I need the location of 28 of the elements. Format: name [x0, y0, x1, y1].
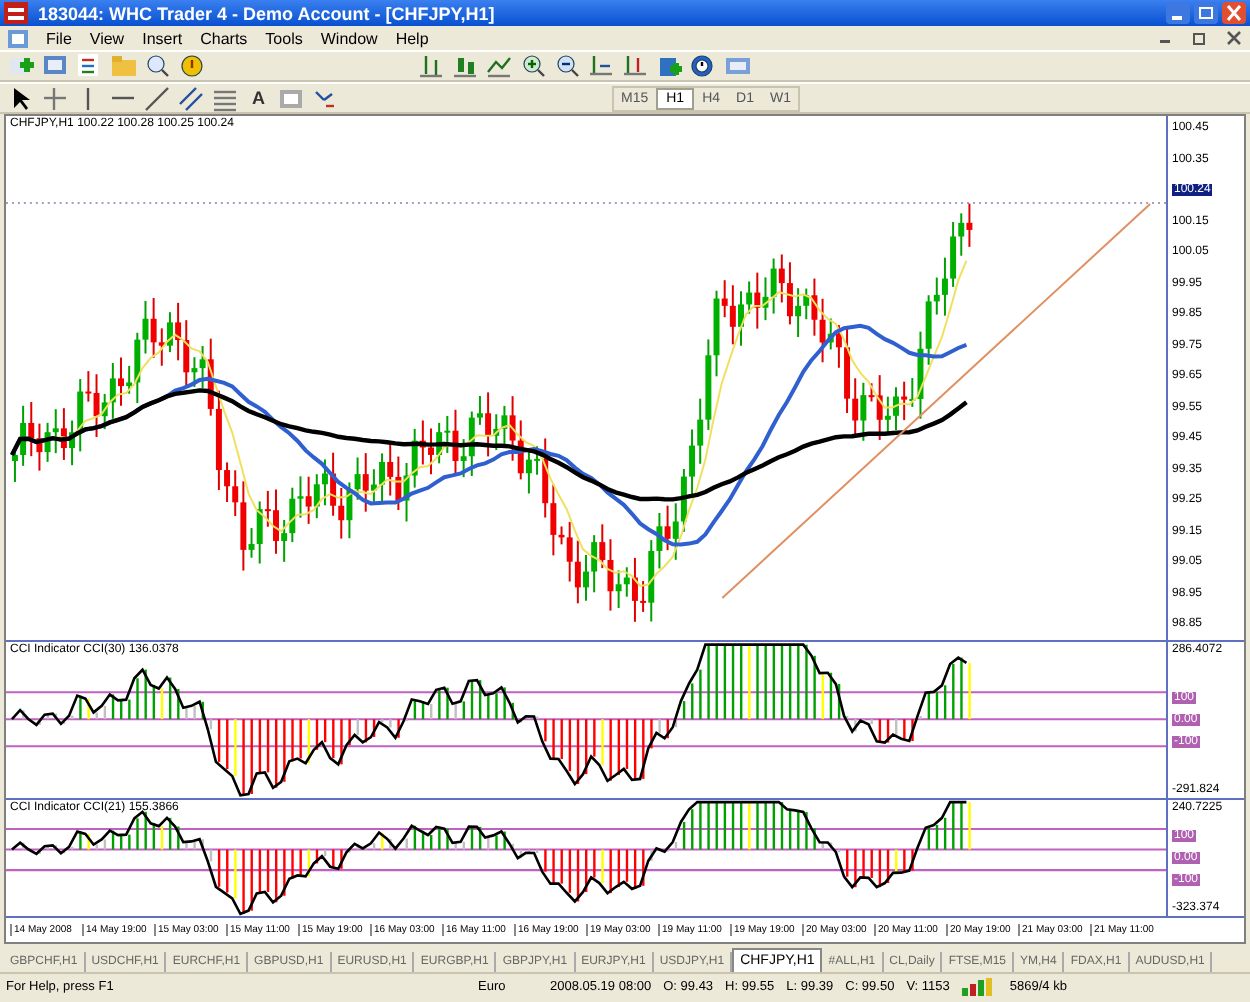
clock-icon[interactable] — [690, 52, 718, 79]
crosshair-icon[interactable] — [42, 85, 70, 112]
close-icon[interactable] — [1226, 30, 1242, 47]
connection-icon — [961, 978, 998, 997]
magnifier-icon[interactable] — [144, 52, 172, 79]
menu-item[interactable]: File — [46, 29, 72, 48]
line-chart-icon[interactable] — [486, 52, 514, 79]
zoom-in-icon[interactable] — [520, 52, 548, 79]
window-title: 183044: WHC Trader 4 - Demo Account - [CHFJPY,H1] — [38, 3, 495, 24]
trendline-icon[interactable] — [144, 85, 172, 112]
menu-item[interactable]: Help — [395, 29, 429, 48]
channel-icon[interactable] — [178, 85, 206, 112]
menu-item[interactable]: Insert — [142, 29, 183, 48]
alert-icon[interactable] — [178, 52, 206, 79]
restore-icon[interactable] — [1194, 2, 1218, 25]
app-icon — [4, 2, 28, 25]
minimize-icon[interactable] — [1166, 2, 1190, 25]
menu-item[interactable]: View — [89, 29, 125, 48]
menu-item[interactable]: Tools — [265, 29, 303, 48]
restore-icon[interactable] — [1192, 30, 1208, 47]
zoom-out-icon[interactable] — [554, 52, 582, 79]
candlestick-icon[interactable] — [452, 52, 480, 79]
bar-chart-icon[interactable] — [418, 52, 446, 79]
menu-item[interactable]: Window — [320, 29, 378, 48]
text-tool-button[interactable]: A — [246, 88, 271, 109]
close-icon[interactable] — [1222, 2, 1246, 25]
trend-line[interactable] — [721, 203, 1152, 600]
menu-item[interactable]: Charts — [200, 29, 248, 48]
